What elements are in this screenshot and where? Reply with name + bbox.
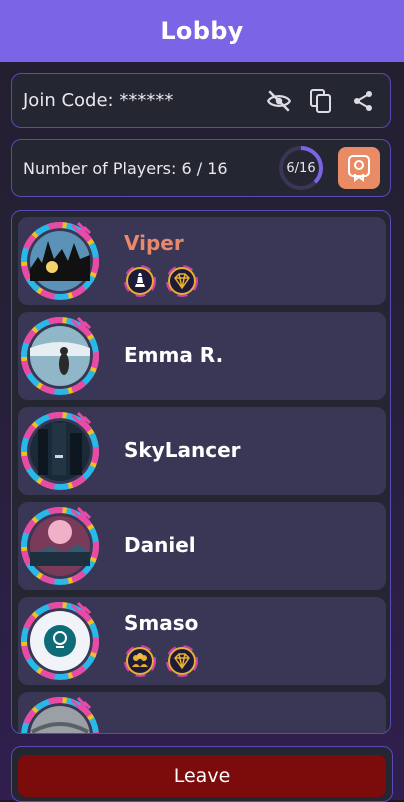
eye-off-icon[interactable] (264, 86, 294, 116)
chess-icon (124, 265, 156, 297)
list-item[interactable]: Daniel (18, 502, 386, 590)
badge-list (124, 265, 198, 297)
leave-button[interactable]: Leave (18, 755, 386, 797)
copy-icon[interactable] (306, 86, 336, 116)
list-item[interactable]: Smaso (18, 597, 386, 685)
share-icon[interactable] (348, 86, 378, 116)
player-name: Smaso (124, 611, 199, 635)
player-count-ring-label: 6/16 (286, 160, 316, 176)
join-code-card: Join Code: ****** (11, 73, 391, 128)
player-list[interactable]: Viper Emma R. SkyLancer Daniel Smaso (11, 210, 391, 734)
diamond-icon (166, 265, 198, 297)
list-item[interactable]: Emma R. (18, 312, 386, 400)
avatar (20, 601, 100, 681)
avatar (20, 221, 100, 301)
player-count-label: Number of Players: 6 / 16 (23, 158, 228, 178)
page-title: Lobby (160, 17, 244, 45)
group-icon (124, 645, 156, 677)
avatar (20, 696, 100, 733)
avatar (20, 316, 100, 396)
list-item[interactable]: SkyLancer (18, 407, 386, 495)
player-count-ring: 6/16 (278, 145, 324, 191)
award-icon (348, 155, 370, 182)
list-item[interactable] (18, 692, 386, 733)
join-code-label: Join Code: ****** (23, 90, 174, 111)
avatar (20, 411, 100, 491)
app-header: Lobby (0, 0, 404, 62)
player-count-card: Number of Players: 6 / 16 6/16 (11, 139, 391, 197)
player-name: Emma R. (124, 343, 224, 367)
award-button[interactable] (338, 147, 380, 189)
badge-list (124, 645, 198, 677)
footer-card: Leave (11, 746, 393, 802)
player-name: SkyLancer (124, 438, 241, 462)
diamond-icon (166, 645, 198, 677)
player-name: Viper (124, 231, 184, 255)
list-item[interactable]: Viper (18, 217, 386, 305)
player-name: Daniel (124, 533, 196, 557)
avatar (20, 506, 100, 586)
